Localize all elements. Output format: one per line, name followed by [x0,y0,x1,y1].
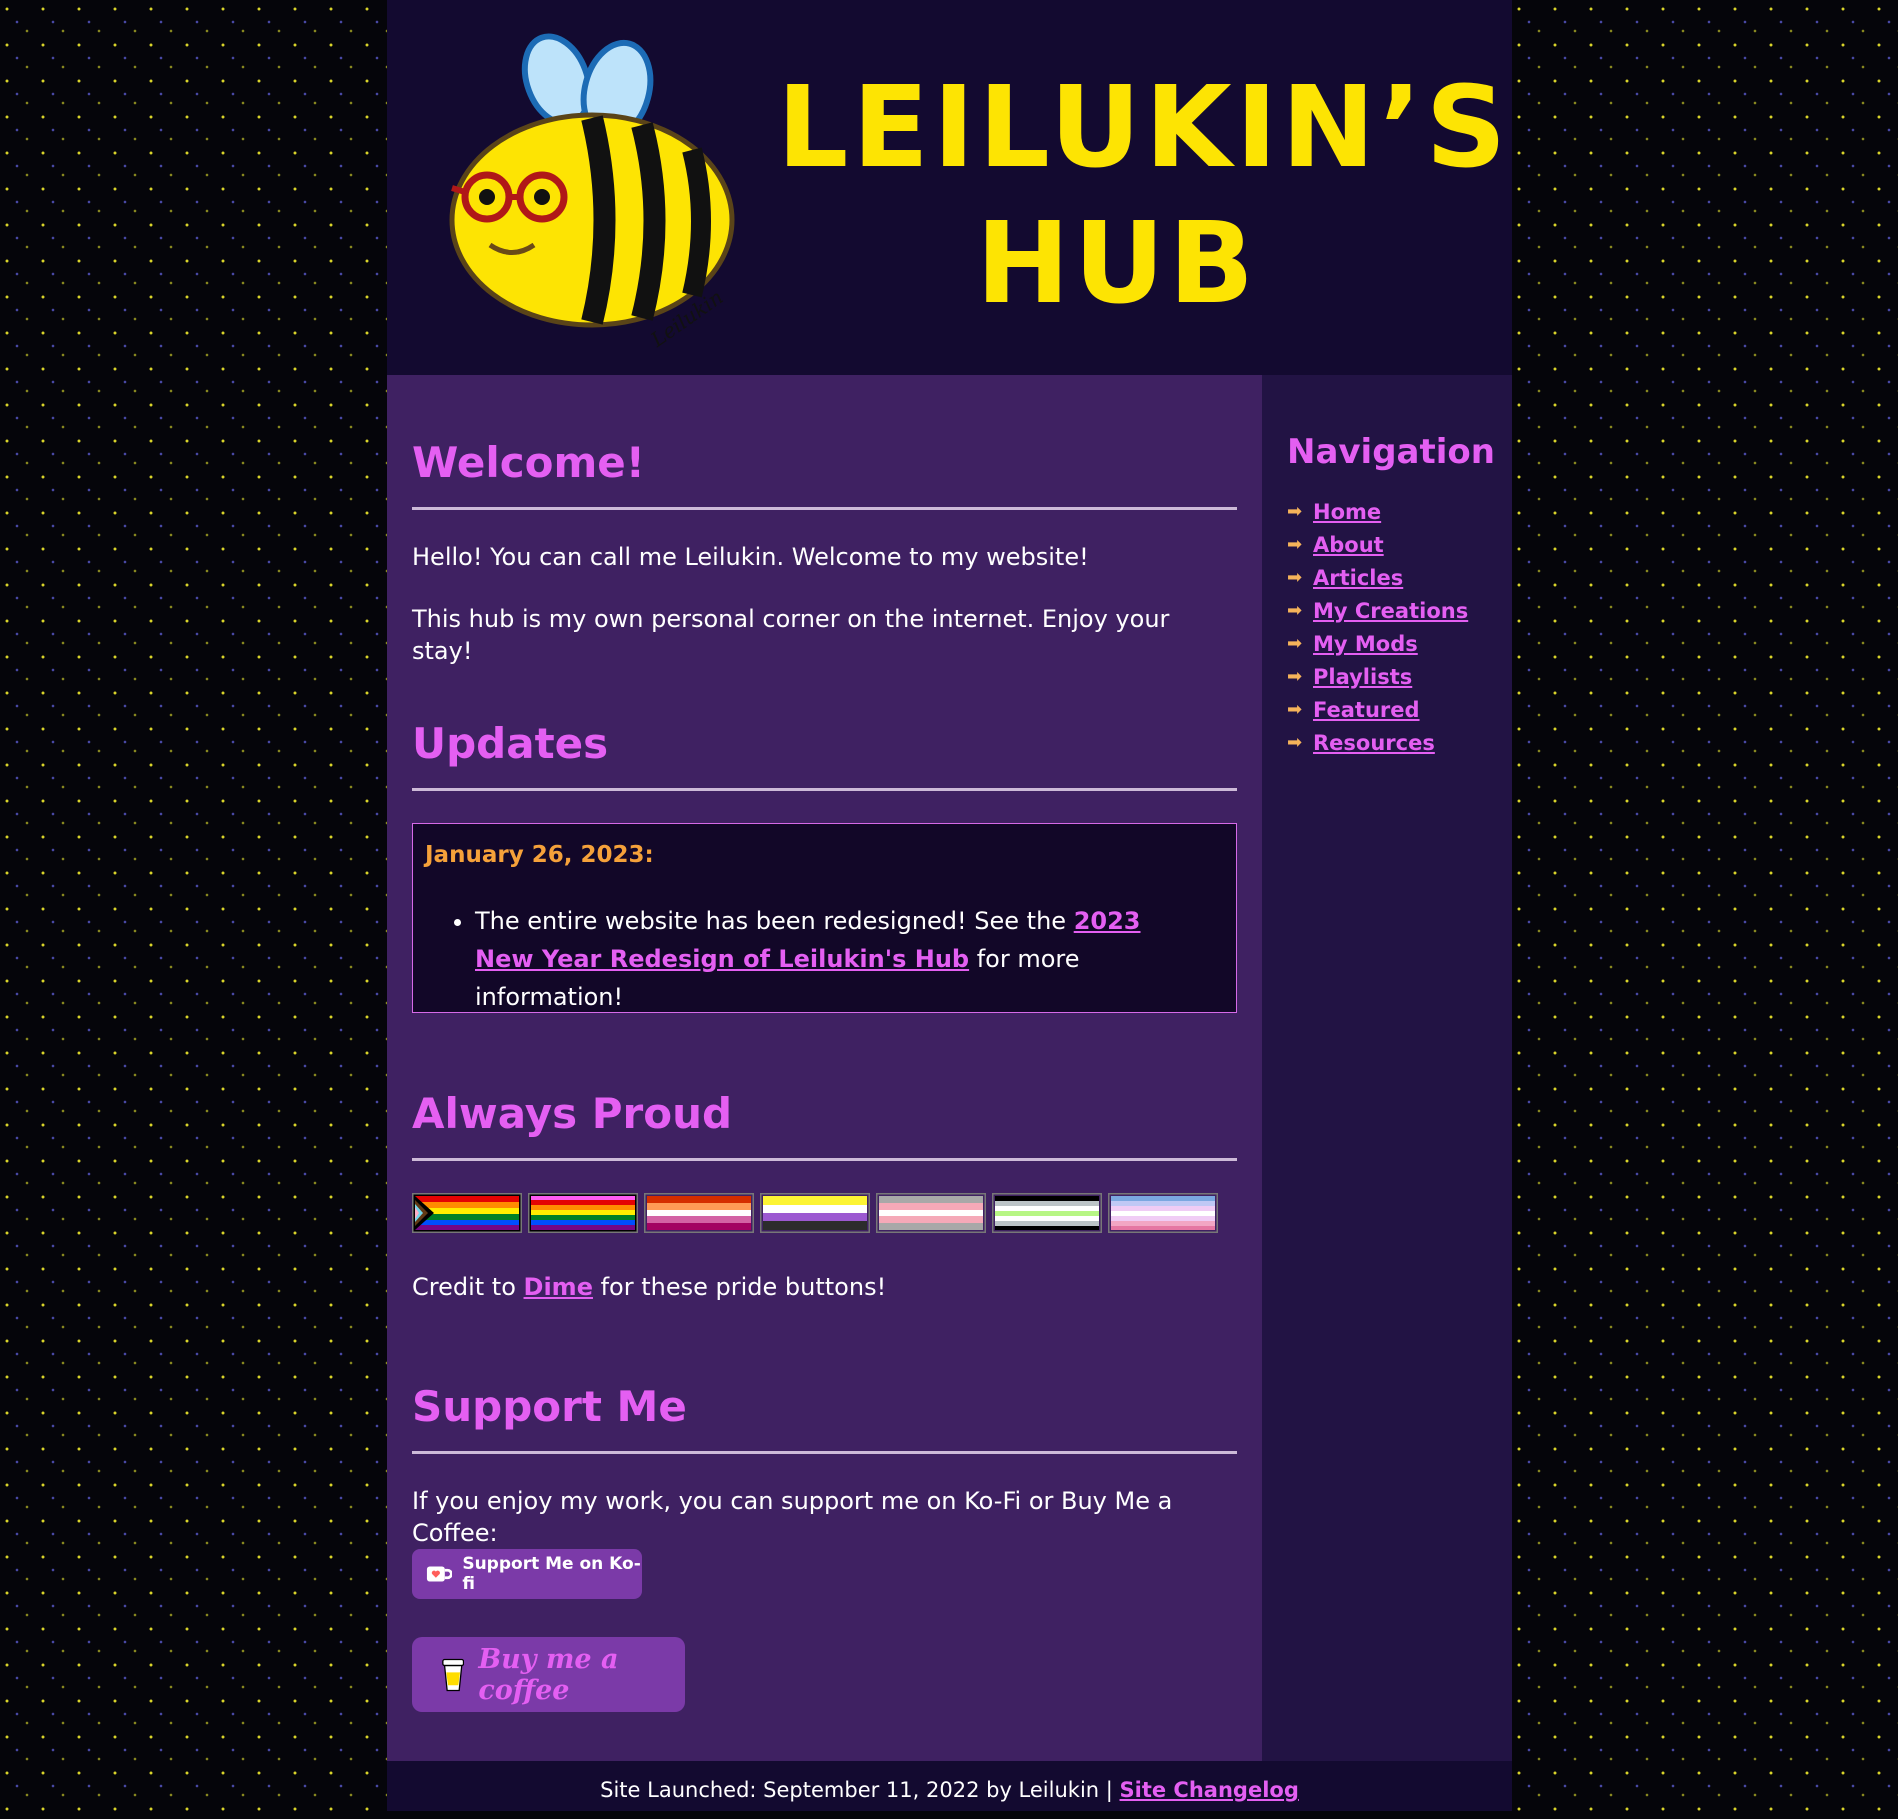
nav-link-my-mods[interactable]: My Mods [1313,632,1418,656]
nav-link-resources[interactable]: Resources [1313,731,1435,755]
kofi-label: Support Me on Ko-fi [462,1554,641,1594]
footer-text: Site Launched: September 11, 2022 by Lei… [600,1778,1120,1802]
arrow-right-icon: ➡ [1287,534,1303,555]
pride-credit: Credit to Dime for these pride buttons! [412,1273,887,1301]
welcome-paragraph-2: This hub is my own personal corner on th… [412,605,1170,665]
transgender-flag[interactable] [876,1193,986,1233]
welcome-heading: Welcome! [412,435,1237,510]
navigation-list: ➡ Home ➡ About ➡ Articles ➡ My Creations ➡ My… [1287,495,1468,759]
nav-item-playlists: ➡ Playlists [1287,660,1468,693]
nav-item-featured: ➡ Featured [1287,693,1468,726]
arrow-right-icon: ➡ [1287,633,1303,654]
nav-link-articles[interactable]: Articles [1313,566,1403,590]
nav-item-my-creations: ➡ My Creations [1287,594,1468,627]
nav-item-my-mods: ➡ My Mods [1287,627,1468,660]
site-header: Leilukin LEILUKIN’S HUB [387,0,1512,375]
nav-link-my-creations[interactable]: My Creations [1313,599,1468,623]
nav-item-articles: ➡ Articles [1287,561,1468,594]
kofi-cup-icon [426,1566,453,1582]
update-item: The entire website has been redesigned! … [475,902,1205,1016]
kofi-button[interactable]: Support Me on Ko-fi [412,1549,642,1599]
support-heading: Support Me [412,1379,1237,1454]
coffee-cup-icon [442,1658,465,1691]
welcome-paragraph-1: Hello! You can call me Leilukin. Welcome… [412,543,1089,571]
site-title-line1: LEILUKIN’S [777,63,1511,193]
page-container: Leilukin LEILUKIN’S HUB Welcome! Hello! … [387,0,1512,1811]
updates-heading: Updates [412,716,1237,791]
nav-link-home[interactable]: Home [1313,500,1381,524]
rainbow-pride-flag[interactable] [528,1193,638,1233]
update-entry: January 26, 2023: The entire website has… [412,823,1237,1013]
always-proud-heading: Always Proud [412,1086,1237,1161]
lesbian-flag[interactable] [644,1193,754,1233]
buy-me-a-coffee-button[interactable]: Buy me a coffee [412,1637,685,1712]
navigation-title: Navigation [1287,432,1495,472]
agender-flag[interactable] [992,1193,1102,1233]
progress-pride-flag[interactable] [412,1193,522,1233]
bee-logo[interactable]: Leilukin [442,20,762,350]
site-title: LEILUKIN’S HUB [777,60,1511,332]
arrow-right-icon: ➡ [1287,600,1303,621]
bigender-flag[interactable] [1108,1193,1218,1233]
arrow-right-icon: ➡ [1287,699,1303,720]
nav-link-featured[interactable]: Featured [1313,698,1420,722]
nonbinary-flag[interactable] [760,1193,870,1233]
arrow-right-icon: ➡ [1287,501,1303,522]
nav-link-playlists[interactable]: Playlists [1313,665,1412,689]
main-content: Welcome! Hello! You can call me Leilukin… [387,375,1262,1761]
nav-item-resources: ➡ Resources [1287,726,1468,759]
update-list: The entire website has been redesigned! … [425,902,1205,1016]
arrow-right-icon: ➡ [1287,732,1303,753]
arrow-right-icon: ➡ [1287,666,1303,687]
dime-link[interactable]: Dime [524,1273,593,1301]
nav-item-home: ➡ Home [1287,495,1468,528]
buy-me-a-coffee-label: Buy me a coffee [478,1643,619,1706]
navigation-sidebar: Navigation ➡ Home ➡ About ➡ Articles ➡ My Cr… [1262,375,1512,1761]
update-date: January 26, 2023: [425,842,654,868]
support-text: If you enjoy my work, you can support me… [412,1487,1173,1547]
nav-item-about: ➡ About [1287,528,1468,561]
site-footer: Site Launched: September 11, 2022 by Lei… [387,1761,1512,1811]
arrow-right-icon: ➡ [1287,567,1303,588]
site-title-line2: HUB [975,199,1259,329]
site-changelog-link[interactable]: Site Changelog [1120,1778,1299,1802]
nav-link-about[interactable]: About [1313,533,1384,557]
